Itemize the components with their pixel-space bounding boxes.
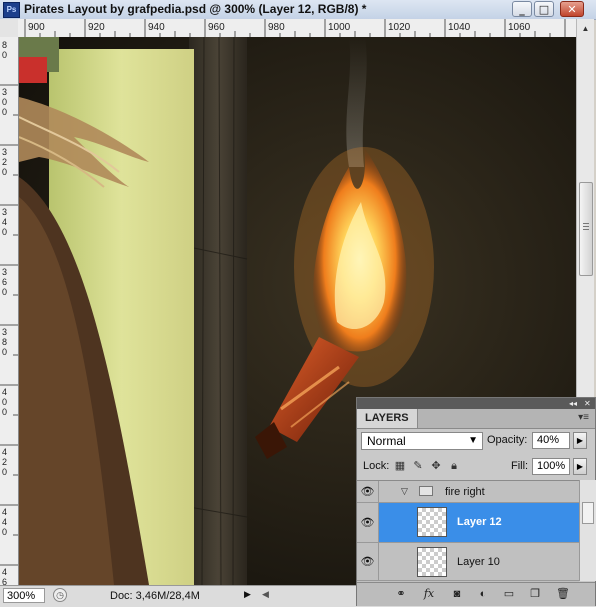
- visibility-eye-icon[interactable]: 👁: [357, 503, 379, 542]
- ruler-tick-label: 340: [2, 207, 8, 237]
- ruler-tick-label: 1020: [388, 22, 411, 33]
- layers-scroll-thumb[interactable]: [582, 502, 594, 524]
- ruler-tick-label: 46: [2, 567, 8, 585]
- ruler-tick-label: 1060: [508, 22, 531, 33]
- ruler-tick-label: 440: [2, 507, 8, 537]
- ruler-tick-label: 320: [2, 147, 8, 177]
- layer-thumbnail: [417, 547, 447, 577]
- ruler-tick-label: 380: [2, 327, 8, 357]
- adjustment-layer-icon[interactable]: ◐: [475, 586, 491, 602]
- panel-tab-strip: LAYERS ▾≡: [357, 409, 595, 429]
- zoom-level-field[interactable]: 300%: [3, 588, 45, 603]
- photoshop-app-icon[interactable]: Ps: [3, 2, 20, 18]
- maximize-button[interactable]: □: [534, 1, 554, 17]
- visibility-eye-icon[interactable]: 👁: [357, 543, 379, 580]
- ruler-tick-label: 80: [2, 40, 8, 60]
- layer-name: Layer 12: [457, 516, 502, 528]
- add-mask-icon[interactable]: ◙: [449, 586, 465, 602]
- fill-label: Fill:: [511, 460, 529, 472]
- layer-group-row[interactable]: 👁 ▽ fire right: [357, 481, 579, 503]
- opacity-label: Opacity:: [487, 434, 528, 446]
- link-layers-icon[interactable]: ⚭: [393, 586, 409, 602]
- status-menu-arrow-icon[interactable]: ▶: [244, 589, 251, 600]
- layer-thumbnail: [417, 507, 447, 537]
- group-name: fire right: [445, 486, 485, 498]
- lock-all-icon[interactable]: 🔒︎: [448, 460, 460, 472]
- opacity-slider-arrow-icon[interactable]: ▶: [573, 432, 587, 449]
- blend-mode-select[interactable]: Normal ▼: [361, 432, 483, 450]
- panel-collapse-icon[interactable]: ◂◂: [569, 398, 577, 409]
- scroll-left-arrow-icon[interactable]: ◀: [262, 589, 269, 600]
- document-size-info: Doc: 3,46M/28,4M: [110, 590, 200, 602]
- visibility-eye-icon[interactable]: 👁: [357, 481, 379, 502]
- ruler-tick-label: 980: [268, 22, 285, 33]
- ruler-tick-label: 300: [2, 87, 8, 117]
- close-button[interactable]: ✕: [560, 1, 584, 17]
- new-group-folder-icon[interactable]: ▭: [501, 586, 517, 602]
- ruler-tick-label: 1040: [448, 22, 471, 33]
- blend-mode-value: Normal: [367, 434, 406, 448]
- lock-transparent-pixels-icon[interactable]: ▦: [394, 460, 406, 472]
- delete-layer-trash-icon[interactable]: 🗑︎: [555, 586, 571, 602]
- layers-panel-toolbar: ⚭ fx ◙ ◐ ▭ ❐ 🗑︎: [357, 582, 595, 606]
- layer-style-fx-icon[interactable]: fx: [421, 586, 437, 602]
- panel-menu-icon[interactable]: ▾≡: [578, 412, 589, 423]
- new-layer-icon[interactable]: ❐: [527, 586, 543, 602]
- vertical-ruler-ticks: [0, 84, 18, 566]
- ruler-tick-label: 920: [88, 22, 105, 33]
- panel-header-bar: ◂◂ ✕: [357, 398, 595, 409]
- folder-icon: [419, 486, 433, 496]
- opacity-field[interactable]: 40%: [532, 432, 570, 449]
- ruler-tick-label: 1000: [328, 22, 351, 33]
- horizontal-ruler[interactable]: 900 920 940 960 980 1000 1020 1040 1060: [18, 19, 576, 38]
- ruler-origin[interactable]: [0, 19, 19, 38]
- zoom-reset-icon[interactable]: ◷: [53, 588, 67, 602]
- chevron-down-icon: ▼: [468, 435, 478, 446]
- tab-layers[interactable]: LAYERS: [357, 409, 418, 428]
- ruler-tick-label: 400: [2, 387, 8, 417]
- ruler-tick-label: 420: [2, 447, 8, 477]
- scroll-thumb[interactable]: [579, 182, 593, 276]
- lock-position-icon[interactable]: ✥: [430, 460, 442, 472]
- fill-field[interactable]: 100%: [532, 458, 570, 475]
- fill-slider-arrow-icon[interactable]: ▶: [573, 458, 587, 475]
- group-expand-chevron-icon[interactable]: ▽: [401, 486, 408, 497]
- layers-panel: ◂◂ ✕ LAYERS ▾≡ Normal ▼ Opacity: 40% ▶ L…: [356, 397, 596, 606]
- layers-scrollbar[interactable]: [579, 480, 596, 581]
- ruler-tick-label: 360: [2, 267, 8, 297]
- ruler-tick-label: 940: [148, 22, 165, 33]
- layer-name: Layer 10: [457, 556, 500, 568]
- lock-image-pixels-icon[interactable]: ✎: [412, 460, 424, 472]
- document-title: Pirates Layout by grafpedia.psd @ 300% (…: [24, 2, 367, 16]
- minimize-button[interactable]: _: [512, 1, 532, 17]
- layer-row-layer-12[interactable]: 👁 Layer 12: [357, 503, 579, 543]
- scroll-up-arrow-icon[interactable]: ▲: [577, 21, 594, 36]
- vertical-ruler[interactable]: 80 300 320 340 360 380 400 420 440 46: [0, 37, 19, 585]
- layer-row-layer-10[interactable]: 👁 Layer 10: [357, 543, 579, 581]
- ruler-tick-label: 900: [28, 22, 45, 33]
- layers-list: 👁 ▽ fire right 👁 Layer 12 👁 Layer 10: [357, 480, 579, 582]
- panel-close-icon[interactable]: ✕: [584, 398, 591, 409]
- title-bar: Ps Pirates Layout by grafpedia.psd @ 300…: [0, 0, 596, 20]
- lock-label: Lock:: [363, 460, 390, 472]
- ruler-tick-label: 960: [208, 22, 225, 33]
